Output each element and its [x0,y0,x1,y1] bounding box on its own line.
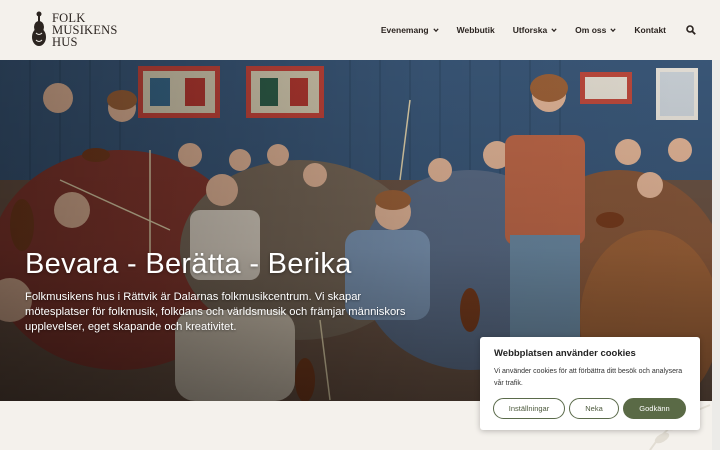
nav-item-kontakt[interactable]: Kontakt [634,25,666,35]
cookie-settings-button[interactable]: Inställningar [493,398,565,419]
nav-item-evenemang[interactable]: Evenemang [381,25,439,35]
nav-item-label: Om oss [575,25,607,35]
chevron-down-icon [551,28,557,33]
hero-description: Folkmusikens hus i Rättvik är Dalarnas f… [25,291,406,333]
search-icon[interactable] [686,25,696,35]
cookie-consent-dialog: Webbplatsen använder cookies Vi använder… [480,337,700,430]
nav-item-webbutik[interactable]: Webbutik [457,25,495,35]
cookie-dialog-title: Webbplatsen använder cookies [494,348,636,359]
logo-wordmark: FOLK MUSIKENS HUS [52,12,118,49]
nav-item-om-oss[interactable]: Om oss [575,25,617,35]
nav-item-utforska[interactable]: Utforska [513,25,557,35]
chevron-down-icon [432,28,439,33]
cookie-accept-button[interactable]: Godkänn [623,398,686,419]
fiddle-logo-icon [32,11,46,46]
hero-title: Bevara - Berätta - Berika [25,248,352,280]
nav-item-label: Utforska [512,25,548,35]
cookie-dialog-text: Vi använder cookies för att förbättra di… [494,368,683,387]
nav-item-label: Webbutik [456,25,495,35]
chevron-down-icon [610,28,617,33]
main-nav: Evenemang Webbutik Utforska Om oss Konta… [363,0,696,60]
cookie-deny-button[interactable]: Neka [569,398,619,419]
site-logo[interactable]: FOLK MUSIKENS HUS [28,10,118,50]
site-header: FOLK MUSIKENS HUS Evenemang Webbutik Utf… [0,0,720,60]
page-scrollbar[interactable] [712,60,720,450]
nav-item-label: Evenemang [380,25,429,35]
nav-item-label: Kontakt [634,25,666,35]
logo-line-3: HUS [52,35,78,49]
